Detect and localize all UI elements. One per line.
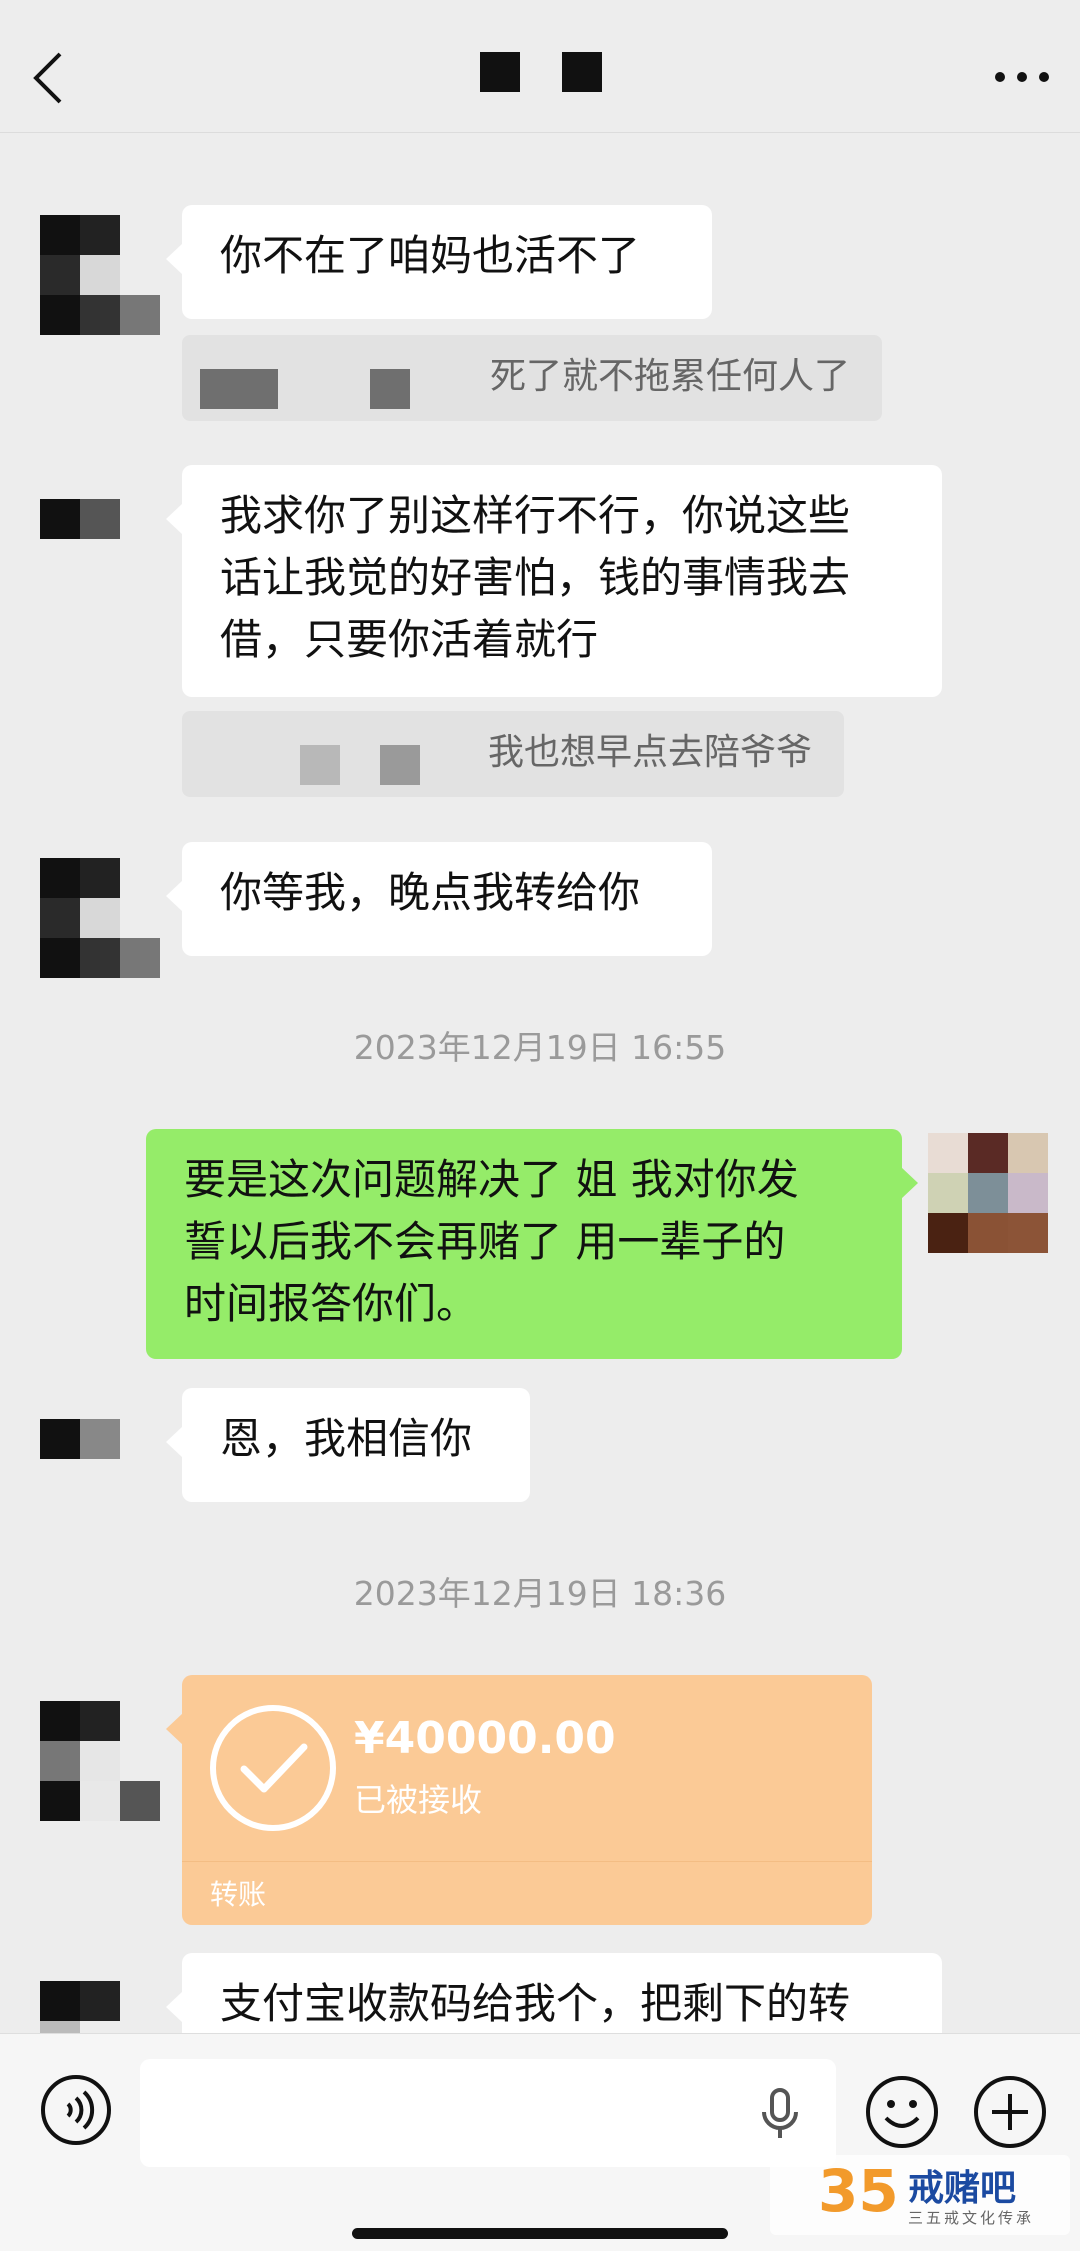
message-bubble[interactable]: 恩，我相信你 bbox=[166, 1388, 530, 1502]
back-button[interactable] bbox=[30, 48, 70, 108]
redacted-quote-author bbox=[200, 347, 440, 409]
message-bubble[interactable]: 你不在了咱妈也活不了 bbox=[166, 205, 712, 319]
message-list[interactable]: 你不在了咱妈也活不了 死了就不拖累任何人了 我求你了别这样行不行，你说这些 话让… bbox=[0, 133, 1080, 2033]
quoted-message[interactable]: 我也想早点去陪爷爷 bbox=[182, 711, 844, 797]
watermark-logo-number: 35 bbox=[818, 2157, 899, 2225]
transfer-divider bbox=[182, 1861, 872, 1862]
redacted-quote-author bbox=[200, 723, 440, 785]
mic-button[interactable] bbox=[750, 2084, 810, 2144]
watermark-slogan: 三五戒文化传承 bbox=[908, 2209, 1035, 2227]
message-bubble[interactable]: 支付宝收款码给我个，把剩下的转 bbox=[166, 1953, 942, 2033]
contact-avatar[interactable] bbox=[40, 1701, 160, 1821]
mic-icon bbox=[762, 2088, 798, 2138]
transfer-card[interactable]: ¥40000.00 已被接收 转账 bbox=[166, 1675, 872, 1925]
chat-title-redacted bbox=[480, 52, 605, 94]
contact-avatar[interactable] bbox=[40, 858, 160, 978]
transfer-amount: ¥40000.00 bbox=[354, 1713, 616, 1764]
chat-header: ■ ■ bbox=[0, 0, 1080, 133]
plus-icon bbox=[974, 2076, 1046, 2148]
message-bubble[interactable]: 我求你了别这样行不行，你说这些 话让我觉的好害怕，钱的事情我去 借，只要你活着就… bbox=[166, 465, 942, 697]
sent-message-bubble[interactable]: 要是这次问题解决了 姐 我对你发 誓以后我不会再赌了 用一辈子的 时间报答你们。 bbox=[146, 1129, 918, 1359]
timestamp: 2023年12月19日 16:55 bbox=[353, 1028, 727, 1067]
emoji-icon bbox=[866, 2076, 938, 2148]
contact-avatar[interactable] bbox=[40, 1379, 160, 1499]
more-dots-icon bbox=[995, 72, 1049, 82]
quoted-message[interactable]: 死了就不拖累任何人了 bbox=[182, 335, 882, 421]
more-functions-button[interactable] bbox=[972, 2074, 1048, 2150]
contact-avatar[interactable] bbox=[40, 459, 160, 579]
transfer-status: 已被接收 bbox=[354, 1781, 483, 1819]
site-watermark: 35 戒赌吧 三五戒文化传承 bbox=[770, 2155, 1070, 2235]
message-bubble[interactable]: 你等我，晚点我转给你 bbox=[166, 842, 712, 956]
quoted-text: 我也想早点去陪爷爷 bbox=[487, 732, 812, 773]
timestamp: 2023年12月19日 18:36 bbox=[353, 1574, 727, 1613]
more-button[interactable] bbox=[992, 62, 1052, 92]
quoted-text: 死了就不拖累任何人了 bbox=[489, 356, 850, 397]
voice-input-button[interactable] bbox=[40, 2074, 112, 2146]
contact-avatar[interactable] bbox=[40, 1981, 160, 2033]
watermark-name: 戒赌吧 bbox=[908, 2168, 1017, 2209]
emoji-button[interactable] bbox=[864, 2074, 940, 2150]
home-indicator bbox=[352, 2228, 728, 2239]
message-input[interactable] bbox=[140, 2059, 836, 2167]
transfer-label: 转账 bbox=[210, 1878, 267, 1911]
back-arrow-icon bbox=[33, 52, 62, 104]
contact-avatar[interactable] bbox=[40, 215, 160, 335]
voice-icon bbox=[41, 2075, 111, 2145]
check-icon bbox=[210, 1705, 336, 1831]
user-avatar[interactable] bbox=[928, 1133, 1048, 1253]
